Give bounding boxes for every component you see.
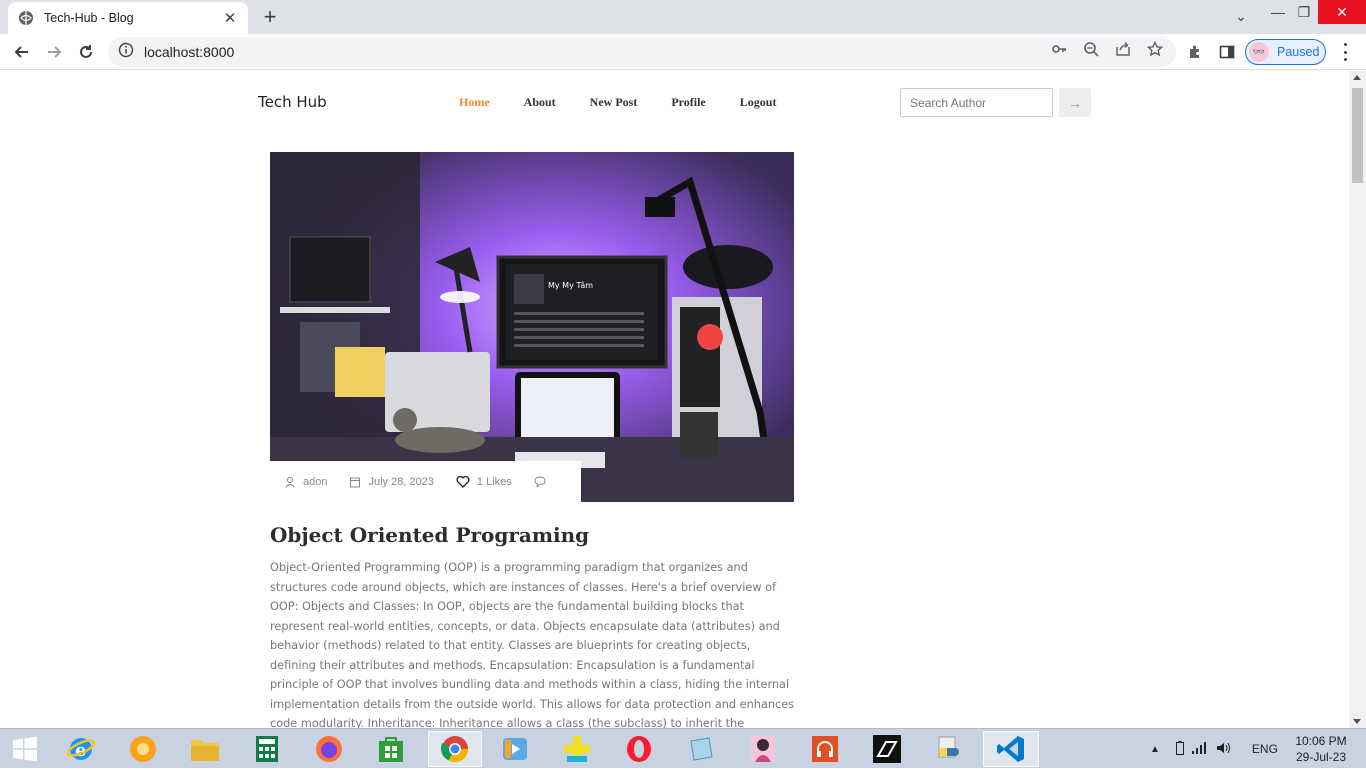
calculator-icon[interactable] [242, 731, 292, 767]
share-icon[interactable] [1114, 40, 1132, 58]
headphones-icon[interactable] [800, 731, 850, 767]
store-icon[interactable] [366, 731, 416, 767]
tab-search-icon[interactable]: ⌄ [1225, 4, 1257, 28]
site-nav: Home About New Post Profile Logout [459, 95, 810, 110]
post-body: Object-Oriented Programming (OOP) is a p… [270, 561, 795, 728]
restore-button[interactable]: ❐ [1288, 0, 1320, 24]
likes-count: 1 Likes [476, 475, 512, 488]
anime-app-icon[interactable] [738, 731, 788, 767]
address-bar[interactable]: localhost:8000 [108, 37, 1176, 67]
avatar: 👓 [1249, 42, 1269, 62]
nav-home[interactable]: Home [459, 95, 490, 110]
zoom-icon[interactable] [1082, 40, 1100, 58]
video-player-icon[interactable] [490, 731, 540, 767]
firefox-icon[interactable] [304, 731, 354, 767]
tab-strip: Tech-Hub - Blog ✕ + ⌄ — ❐ ✕ [0, 0, 1366, 34]
key-icon[interactable] [1050, 40, 1068, 58]
nav-logout[interactable]: Logout [740, 95, 777, 110]
scroll-down-icon[interactable] [1353, 719, 1361, 724]
arrow-right-icon: → [1068, 94, 1082, 111]
new-tab-button[interactable]: + [258, 4, 282, 29]
post-hero-image: My My Tâm [270, 152, 794, 502]
taskbar: e ▲ ENG 10:06 PM 29-Jul-23 [0, 728, 1366, 768]
need-for-speed-icon[interactable] [862, 731, 912, 767]
chrome-icon[interactable] [428, 731, 482, 767]
site-brand[interactable]: Tech Hub [258, 93, 327, 111]
game-icon[interactable] [552, 731, 602, 767]
forward-icon[interactable] [42, 40, 66, 64]
post-title[interactable]: Object Oriented Programing [270, 523, 589, 547]
extensions-icon[interactable] [1186, 43, 1204, 61]
browser-menu-icon[interactable] [1342, 43, 1348, 61]
author-name: adon [303, 475, 328, 488]
media-player-icon[interactable] [118, 731, 168, 767]
show-hidden-icons[interactable]: ▲ [1150, 744, 1160, 755]
python-icon[interactable] [924, 731, 974, 767]
vscode-icon[interactable] [983, 731, 1039, 767]
profile-button[interactable]: 👓 Paused [1245, 39, 1326, 65]
reload-icon[interactable] [74, 40, 98, 64]
nav-about[interactable]: About [524, 95, 556, 110]
search-author-input[interactable] [900, 88, 1053, 117]
start-icon[interactable] [0, 731, 50, 767]
battery-icon[interactable] [1175, 740, 1184, 758]
page-scrollbar[interactable] [1349, 71, 1366, 728]
svg-text:My My Tâm: My My Tâm [548, 281, 593, 290]
post-author[interactable]: adon [284, 476, 327, 488]
calendar-icon [350, 477, 361, 487]
side-panel-icon[interactable] [1218, 43, 1236, 61]
scrollbar-thumb[interactable] [1352, 88, 1363, 183]
nav-new-post[interactable]: New Post [590, 95, 638, 110]
tab-title: Tech-Hub - Blog [44, 11, 134, 25]
post-meta: adon July 28, 2023 1 Likes [270, 461, 581, 502]
browser-tab[interactable]: Tech-Hub - Blog ✕ [8, 2, 248, 34]
like-button[interactable]: 1 Likes [456, 475, 512, 488]
close-tab-icon[interactable]: ✕ [222, 10, 238, 27]
clock-time: 10:06 PM [1295, 734, 1347, 748]
internet-explorer-icon[interactable]: e [56, 731, 106, 767]
heart-icon [456, 475, 470, 488]
comment-icon[interactable] [534, 476, 553, 487]
user-icon [285, 476, 295, 488]
site-info-icon[interactable] [118, 42, 134, 63]
clock-date: 29-Jul-23 [1295, 750, 1347, 764]
bookmark-star-icon[interactable] [1146, 40, 1164, 58]
scroll-up-icon[interactable] [1353, 75, 1361, 80]
close-window-button[interactable]: ✕ [1318, 0, 1366, 24]
browser-toolbar: localhost:8000 👓 Paused [0, 34, 1366, 70]
notes-icon[interactable] [676, 731, 726, 767]
url-text: localhost:8000 [144, 44, 235, 60]
volume-icon[interactable] [1216, 741, 1232, 758]
post-date-text: July 28, 2023 [368, 475, 434, 488]
system-tray: ▲ ENG [1150, 729, 1278, 769]
page-viewport: Tech Hub Home About New Post Profile Log… [0, 71, 1349, 728]
clock[interactable]: 10:06 PM 29-Jul-23 [1286, 733, 1356, 765]
globe-icon [18, 10, 34, 26]
nav-profile[interactable]: Profile [671, 95, 705, 110]
search-submit-button[interactable]: → [1059, 88, 1091, 117]
back-icon[interactable] [10, 40, 34, 64]
network-icon[interactable] [1191, 741, 1208, 757]
post-date: July 28, 2023 [349, 475, 434, 488]
opera-icon[interactable] [614, 731, 664, 767]
file-explorer-icon[interactable] [180, 731, 230, 767]
profile-status: Paused [1277, 45, 1320, 59]
language-indicator[interactable]: ENG [1252, 742, 1278, 756]
